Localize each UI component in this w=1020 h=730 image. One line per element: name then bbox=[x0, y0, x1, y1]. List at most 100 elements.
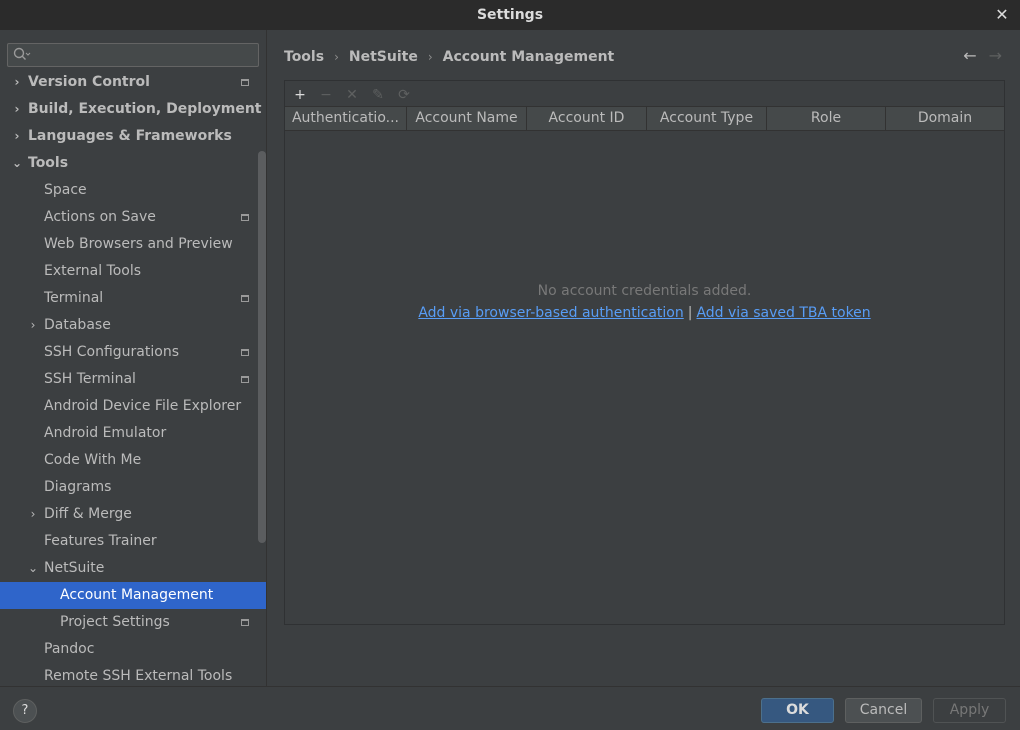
sidebar-item-remote-ssh-external-tools[interactable]: Remote SSH External Tools bbox=[0, 663, 266, 686]
project-level-icon bbox=[241, 349, 249, 356]
column-account-type[interactable]: Account Type bbox=[647, 107, 767, 130]
sidebar-item-actions-on-save[interactable]: Actions on Save bbox=[0, 204, 266, 231]
sidebar-item-label: Remote SSH External Tools bbox=[44, 668, 233, 684]
sidebar-item-label: Languages & Frameworks bbox=[28, 128, 232, 144]
forward-arrow-icon[interactable]: → bbox=[989, 46, 1002, 65]
history-nav: ← → bbox=[963, 46, 1002, 65]
sidebar-item-label: Build, Execution, Deployment bbox=[28, 101, 262, 117]
link-separator: | bbox=[687, 305, 693, 321]
sidebar-item-label: Pandoc bbox=[44, 641, 95, 657]
table-toolbar: + − ✕ ✎ ⟳ bbox=[291, 86, 413, 104]
sidebar-item-label: NetSuite bbox=[44, 560, 105, 576]
chevron-right-icon[interactable]: › bbox=[27, 312, 39, 339]
sidebar-item-android-device-file-explorer[interactable]: Android Device File Explorer bbox=[0, 393, 266, 420]
settings-tree: › Version Control › Build, Execution, Deplo… bbox=[0, 69, 266, 686]
chevron-down-icon[interactable]: ⌄ bbox=[27, 555, 39, 582]
sidebar-item-label: Diagrams bbox=[44, 479, 112, 495]
sidebar-item-label: Project Settings bbox=[60, 614, 170, 630]
project-level-icon bbox=[241, 295, 249, 302]
sidebar-item-database[interactable]: › Database bbox=[0, 312, 266, 339]
add-icon[interactable]: + bbox=[291, 86, 309, 104]
breadcrumb-separator: › bbox=[334, 50, 339, 64]
breadcrumb-tools[interactable]: Tools bbox=[284, 49, 324, 65]
sidebar-scrollbar[interactable] bbox=[258, 151, 266, 543]
sidebar-item-label: SSH Configurations bbox=[44, 344, 179, 360]
sidebar-item-code-with-me[interactable]: Code With Me bbox=[0, 447, 266, 474]
breadcrumb-netsuite[interactable]: NetSuite bbox=[349, 49, 418, 65]
sidebar-item-pandoc[interactable]: Pandoc bbox=[0, 636, 266, 663]
sidebar-item-account-management[interactable]: Account Management bbox=[0, 582, 266, 609]
sidebar-item-netsuite[interactable]: ⌄ NetSuite bbox=[0, 555, 266, 582]
sidebar-item-label: Diff & Merge bbox=[44, 506, 132, 522]
add-browser-auth-link[interactable]: Add via browser-based authentication bbox=[418, 305, 683, 321]
ok-button[interactable]: OK bbox=[761, 698, 834, 723]
cancel-button[interactable]: Cancel bbox=[845, 698, 922, 723]
search-input[interactable] bbox=[7, 43, 259, 67]
sidebar-item-label: Account Management bbox=[60, 587, 214, 603]
search-icon bbox=[13, 47, 31, 67]
apply-button[interactable]: Apply bbox=[933, 698, 1006, 723]
sidebar-item-tools[interactable]: ⌄ Tools bbox=[0, 150, 266, 177]
account-management-panel: + − ✕ ✎ ⟳ Authenticatio... Account Name … bbox=[284, 80, 1005, 625]
table-body: No account credentials added. Add via br… bbox=[285, 131, 1004, 624]
chevron-right-icon[interactable]: › bbox=[11, 96, 23, 123]
column-authentication[interactable]: Authenticatio... bbox=[285, 107, 407, 130]
refresh-icon[interactable]: ⟳ bbox=[395, 86, 413, 104]
sidebar-item-label: Code With Me bbox=[44, 452, 142, 468]
title-bar: Settings ✕ bbox=[0, 0, 1020, 30]
window-title: Settings bbox=[476, 7, 544, 23]
project-level-icon bbox=[241, 79, 249, 86]
sidebar-item-label: Android Device File Explorer bbox=[44, 398, 242, 414]
sidebar-item-label: Actions on Save bbox=[44, 209, 156, 225]
chevron-down-icon[interactable]: ⌄ bbox=[11, 150, 23, 177]
project-level-icon bbox=[241, 376, 249, 383]
sidebar-item-external-tools[interactable]: External Tools bbox=[0, 258, 266, 285]
sidebar-item-languages-frameworks[interactable]: › Languages & Frameworks bbox=[0, 123, 266, 150]
sidebar-item-android-emulator[interactable]: Android Emulator bbox=[0, 420, 266, 447]
sidebar-item-web-browsers-and-preview[interactable]: Web Browsers and Preview bbox=[0, 231, 266, 258]
sidebar-item-features-trainer[interactable]: Features Trainer bbox=[0, 528, 266, 555]
sidebar-item-build-execution-deployment[interactable]: › Build, Execution, Deployment bbox=[0, 96, 266, 123]
close-icon[interactable]: ✕ bbox=[994, 6, 1010, 24]
sidebar-item-label: Android Emulator bbox=[44, 425, 167, 441]
sidebar-item-label: Tools bbox=[28, 155, 69, 171]
chevron-right-icon[interactable]: › bbox=[11, 69, 23, 96]
sidebar-item-label: Terminal bbox=[44, 290, 104, 306]
sidebar-item-terminal[interactable]: Terminal bbox=[0, 285, 266, 312]
clear-icon[interactable]: ✕ bbox=[343, 86, 361, 104]
edit-icon[interactable]: ✎ bbox=[369, 86, 387, 104]
remove-icon[interactable]: − bbox=[317, 86, 335, 104]
sidebar-item-label: Version Control bbox=[28, 74, 150, 90]
column-domain[interactable]: Domain bbox=[886, 107, 1004, 130]
sidebar-item-label: SSH Terminal bbox=[44, 371, 136, 387]
chevron-right-icon[interactable]: › bbox=[11, 123, 23, 150]
sidebar-item-label: Space bbox=[44, 182, 87, 198]
empty-state-text: No account credentials added. bbox=[537, 283, 752, 299]
back-arrow-icon[interactable]: ← bbox=[963, 46, 976, 65]
sidebar-item-space[interactable]: Space bbox=[0, 177, 266, 204]
column-role[interactable]: Role bbox=[767, 107, 886, 130]
column-account-name[interactable]: Account Name bbox=[407, 107, 527, 130]
column-account-id[interactable]: Account ID bbox=[527, 107, 647, 130]
sidebar-item-version-control[interactable]: › Version Control bbox=[0, 69, 266, 96]
empty-state-links: Add via browser-based authentication | Add… bbox=[285, 305, 1004, 321]
sidebar-item-ssh-terminal[interactable]: SSH Terminal bbox=[0, 366, 266, 393]
project-level-icon bbox=[241, 619, 249, 626]
breadcrumb: Tools › NetSuite › Account Management bbox=[284, 46, 614, 68]
dialog-footer: ? OK Cancel Apply bbox=[0, 686, 1020, 730]
project-level-icon bbox=[241, 214, 249, 221]
sidebar-item-label: External Tools bbox=[44, 263, 142, 279]
add-tba-token-link[interactable]: Add via saved TBA token bbox=[696, 305, 870, 321]
sidebar-item-label: Database bbox=[44, 317, 111, 333]
sidebar-item-diagrams[interactable]: Diagrams bbox=[0, 474, 266, 501]
table-header: Authenticatio... Account Name Account ID… bbox=[285, 106, 1004, 131]
help-button[interactable]: ? bbox=[13, 699, 37, 723]
sidebar-item-label: Features Trainer bbox=[44, 533, 157, 549]
sidebar-item-label: Web Browsers and Preview bbox=[44, 236, 233, 252]
breadcrumb-account-management: Account Management bbox=[442, 49, 615, 65]
chevron-right-icon[interactable]: › bbox=[27, 501, 39, 528]
sidebar-item-project-settings[interactable]: Project Settings bbox=[0, 609, 266, 636]
sidebar-item-diff-merge[interactable]: › Diff & Merge bbox=[0, 501, 266, 528]
breadcrumb-separator: › bbox=[427, 50, 433, 64]
sidebar-item-ssh-configurations[interactable]: SSH Configurations bbox=[0, 339, 266, 366]
